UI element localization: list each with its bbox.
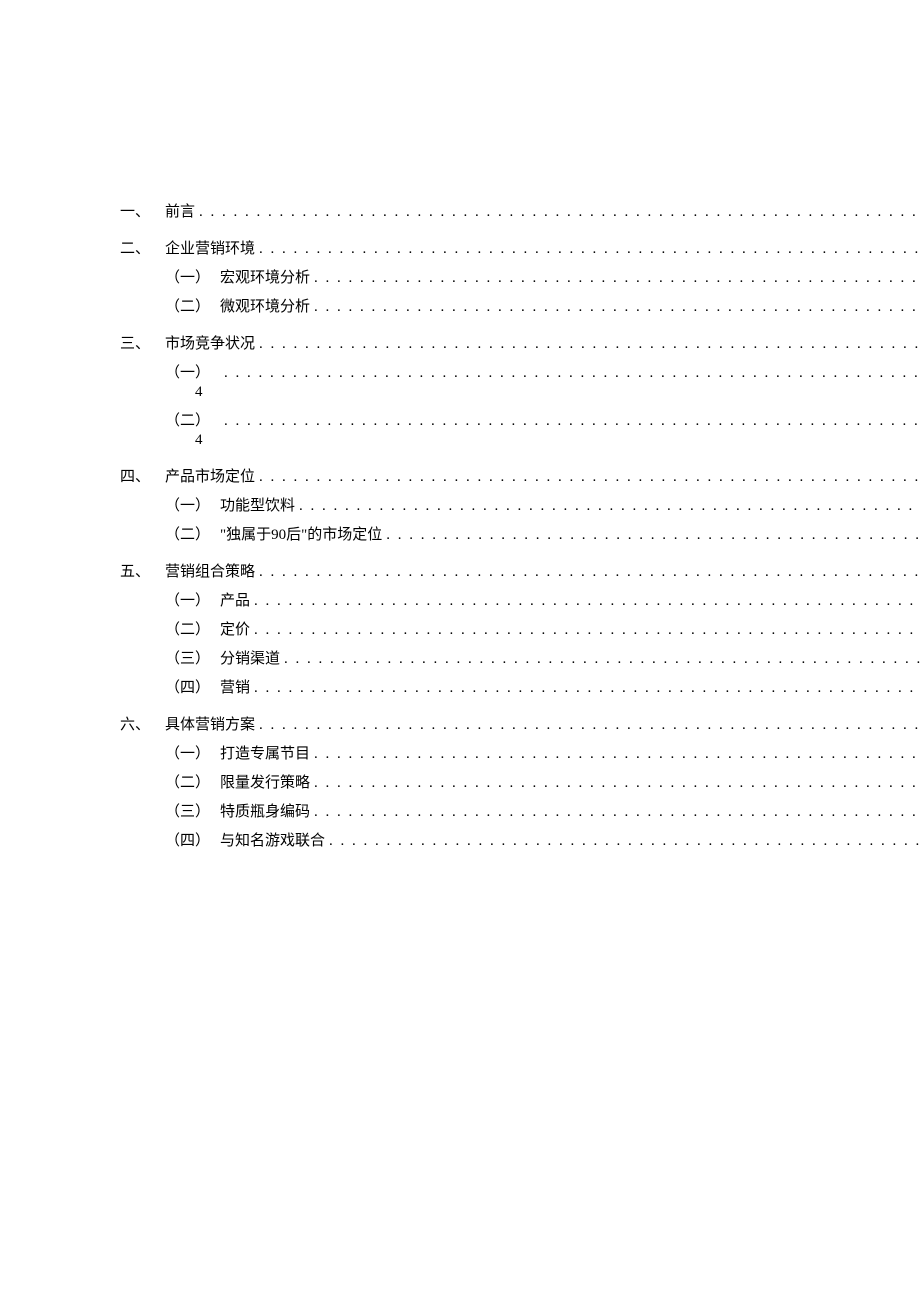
toc-main-line: 企业营销环境1	[165, 237, 920, 258]
toc-sub-prefix: （三）	[165, 647, 210, 668]
toc-sub-line: （四）营销8	[165, 676, 920, 697]
toc-dots	[314, 746, 920, 763]
toc-section: 一、前言1	[120, 200, 830, 229]
toc-sub-title: "独属于90后"的市场定位	[220, 523, 382, 544]
toc-title: 企业营销环境	[165, 237, 255, 258]
toc-sub-prefix: （四）	[165, 676, 210, 697]
section-content: 营销组合策略6（一）产品6（二）定价7（三）分销渠道8（四）营销8	[165, 560, 920, 705]
toc-dots	[259, 241, 920, 258]
toc-title: 产品市场定位	[165, 465, 255, 486]
toc-sub-line: （四）与知名游戏联合9	[165, 829, 920, 850]
toc-sub-title: 特质瓶身编码	[220, 800, 310, 821]
toc-main-line: 产品市场定位5	[165, 465, 920, 486]
section-number: 三、	[120, 332, 165, 353]
toc-title: 具体营销方案	[165, 713, 255, 734]
toc-sub-title: 宏观环境分析	[220, 266, 310, 287]
toc-title: 市场竞争状况	[165, 332, 255, 353]
toc-dots	[224, 413, 920, 430]
toc-dots	[224, 365, 920, 382]
toc-dots	[314, 804, 920, 821]
toc-dots	[299, 498, 920, 515]
toc-sub-title: 产品	[220, 589, 250, 610]
toc-sub-line: （二）限量发行策略8	[165, 771, 920, 792]
toc-sub-title: 分销渠道	[220, 647, 280, 668]
toc-main-line: 具体营销方案8	[165, 713, 920, 734]
section-number: 一、	[120, 200, 165, 221]
toc-sub-title: 营销	[220, 676, 250, 697]
toc-sub-line: （二）"独属于90后"的市场定位6	[165, 523, 920, 544]
toc-dots	[254, 593, 920, 610]
toc-sub-prefix: （三）	[165, 800, 210, 821]
section-content: 产品市场定位5（一）功能型饮料5（二）"独属于90后"的市场定位6	[165, 465, 920, 552]
toc-sub-title: 微观环境分析	[220, 295, 310, 316]
toc-sub-line: （一）功能型饮料5	[165, 494, 920, 515]
toc-sub-line: （二）饮料行业内的竞争分析4	[165, 409, 920, 449]
toc-sub-prefix: （二）	[165, 771, 210, 792]
toc-section: 三、市场竞争状况4（一）饮料行业一般市场分析4（二）饮料行业内的竞争分析4	[120, 332, 830, 457]
toc-sub-prefix: （四）	[165, 829, 210, 850]
toc-sub-line: （二）微观环境分析3	[165, 295, 920, 316]
toc-dots	[259, 336, 920, 353]
toc-sub-prefix: （二）	[165, 618, 210, 639]
toc-sub-prefix: （二）	[165, 409, 210, 430]
toc-page: 4	[165, 432, 920, 449]
toc-dots	[329, 833, 920, 850]
toc-sub-prefix: （一）	[165, 589, 210, 610]
toc-sub-prefix: （二）	[165, 295, 210, 316]
toc-section: 二、企业营销环境1（一）宏观环境分析1（二）微观环境分析3	[120, 237, 830, 324]
toc-dots	[259, 469, 920, 486]
section-content: 市场竞争状况4（一）饮料行业一般市场分析4（二）饮料行业内的竞争分析4	[165, 332, 920, 457]
section-number: 四、	[120, 465, 165, 486]
toc-dots	[199, 204, 920, 221]
section-number: 二、	[120, 237, 165, 258]
toc-dots	[259, 717, 920, 734]
toc-section: 六、具体营销方案8（一）打造专属节目8（二）限量发行策略8（三）特质瓶身编码9（…	[120, 713, 830, 858]
toc-title: 营销组合策略	[165, 560, 255, 581]
section-content: 前言1	[165, 200, 920, 229]
toc-section: 四、产品市场定位5（一）功能型饮料5（二）"独属于90后"的市场定位6	[120, 465, 830, 552]
toc-sub-line: （二）定价7	[165, 618, 920, 639]
toc-sub-prefix: （一）	[165, 494, 210, 515]
toc-sub-prefix: （二）	[165, 523, 210, 544]
toc-sub-title: 定价	[220, 618, 250, 639]
toc-dots	[314, 775, 920, 792]
section-number: 五、	[120, 560, 165, 581]
section-content: 具体营销方案8（一）打造专属节目8（二）限量发行策略8（三）特质瓶身编码9（四）…	[165, 713, 920, 858]
toc-sub-line: （三）特质瓶身编码9	[165, 800, 920, 821]
toc-sub-line: （一）宏观环境分析1	[165, 266, 920, 287]
toc-sub-line: （一）产品6	[165, 589, 920, 610]
section-content: 企业营销环境1（一）宏观环境分析1（二）微观环境分析3	[165, 237, 920, 324]
toc-sub-prefix: （一）	[165, 266, 210, 287]
toc-sub-line: （一）打造专属节目8	[165, 742, 920, 763]
section-number: 六、	[120, 713, 165, 734]
toc-main-line: 前言1	[165, 200, 920, 221]
toc-dots	[259, 564, 920, 581]
toc-sub-title: 限量发行策略	[220, 771, 310, 792]
toc-dots	[254, 622, 920, 639]
toc-dots	[314, 299, 920, 316]
toc-dots	[284, 651, 920, 668]
toc-sub-title: 与知名游戏联合	[220, 829, 325, 850]
toc-sub-prefix: （一）	[165, 742, 210, 763]
toc-dots	[314, 270, 920, 287]
toc-sub-title: 打造专属节目	[220, 742, 310, 763]
table-of-contents: 一、前言1二、企业营销环境1（一）宏观环境分析1（二）微观环境分析3三、市场竞争…	[120, 200, 830, 858]
toc-sub-line: （一）饮料行业一般市场分析4	[165, 361, 920, 401]
toc-main-line: 营销组合策略6	[165, 560, 920, 581]
toc-dots	[386, 527, 920, 544]
toc-main-line: 市场竞争状况4	[165, 332, 920, 353]
toc-sub-prefix: （一）	[165, 361, 210, 382]
toc-sub-title: 功能型饮料	[220, 494, 295, 515]
toc-dots	[254, 680, 920, 697]
toc-sub-line: （三）分销渠道8	[165, 647, 920, 668]
toc-page: 4	[165, 384, 920, 401]
toc-section: 五、营销组合策略6（一）产品6（二）定价7（三）分销渠道8（四）营销8	[120, 560, 830, 705]
toc-title: 前言	[165, 200, 195, 221]
